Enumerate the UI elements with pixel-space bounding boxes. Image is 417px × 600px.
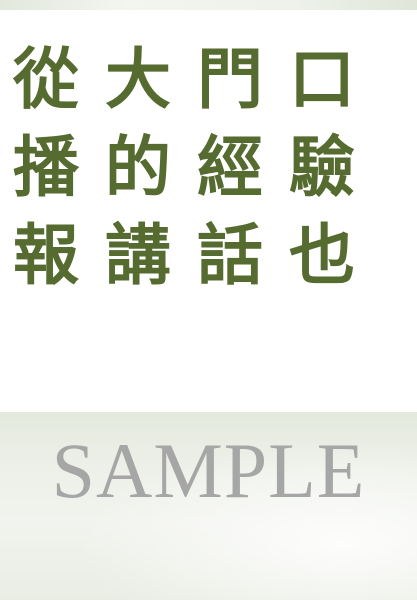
title-char: 講 — [105, 217, 171, 294]
title-char: 播 — [13, 129, 79, 206]
title-char: 門 — [197, 41, 263, 118]
title-char: 話 — [197, 217, 263, 294]
title-line-2: 播 的 經 驗 — [0, 124, 417, 212]
title-char: 大 — [105, 41, 171, 118]
title-line-3: 報 講 話 也 — [0, 212, 417, 300]
title-char: 口 — [289, 41, 355, 118]
sample-watermark: SAMPLE — [51, 427, 366, 514]
title-char: 報 — [13, 217, 79, 294]
vertical-title-block: 從 大 門 口 播 的 經 驗 報 講 話 也 — [0, 36, 417, 300]
title-line-1: 從 大 門 口 — [0, 36, 417, 124]
title-char: 的 — [105, 129, 171, 206]
title-char: 也 — [289, 217, 355, 294]
title-char: 從 — [13, 41, 79, 118]
title-char: 驗 — [289, 129, 355, 206]
top-decorative-strip — [0, 0, 417, 10]
title-char: 經 — [197, 129, 263, 206]
